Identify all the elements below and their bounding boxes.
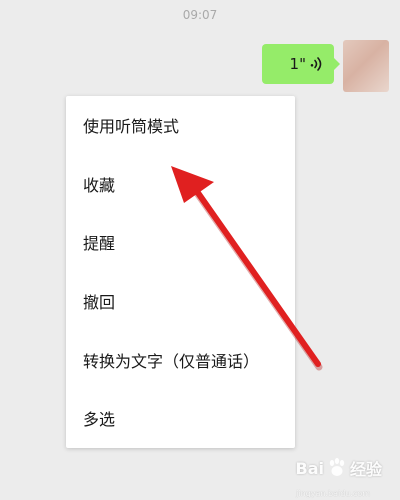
- baidu-paw-icon: [329, 458, 345, 476]
- message-timestamp: 09:07: [182, 8, 218, 22]
- voice-duration: 1": [289, 55, 306, 73]
- menu-item-remind[interactable]: 提醒: [66, 213, 295, 272]
- baidu-jingyan-watermark: Bai 经验: [295, 448, 382, 488]
- menu-item-convert-to-text[interactable]: 转换为文字（仅普通话）: [66, 330, 295, 389]
- message-row: 1": [0, 40, 400, 96]
- watermark-text-left: Bai: [295, 458, 324, 478]
- watermark-url: jingyan.baidu.com: [296, 489, 370, 498]
- voice-wave-icon: [310, 57, 322, 71]
- message-context-menu: 使用听筒模式 收藏 提醒 撤回 转换为文字（仅普通话） 多选: [66, 96, 295, 448]
- voice-message-bubble[interactable]: 1": [262, 44, 340, 84]
- avatar[interactable]: [343, 40, 389, 92]
- menu-item-multi-select[interactable]: 多选: [66, 389, 295, 448]
- menu-item-favorite[interactable]: 收藏: [66, 155, 295, 214]
- menu-item-earpiece-mode[interactable]: 使用听筒模式: [66, 96, 295, 155]
- menu-item-recall[interactable]: 撤回: [66, 272, 295, 331]
- watermark-text-right: 经验: [349, 460, 382, 479]
